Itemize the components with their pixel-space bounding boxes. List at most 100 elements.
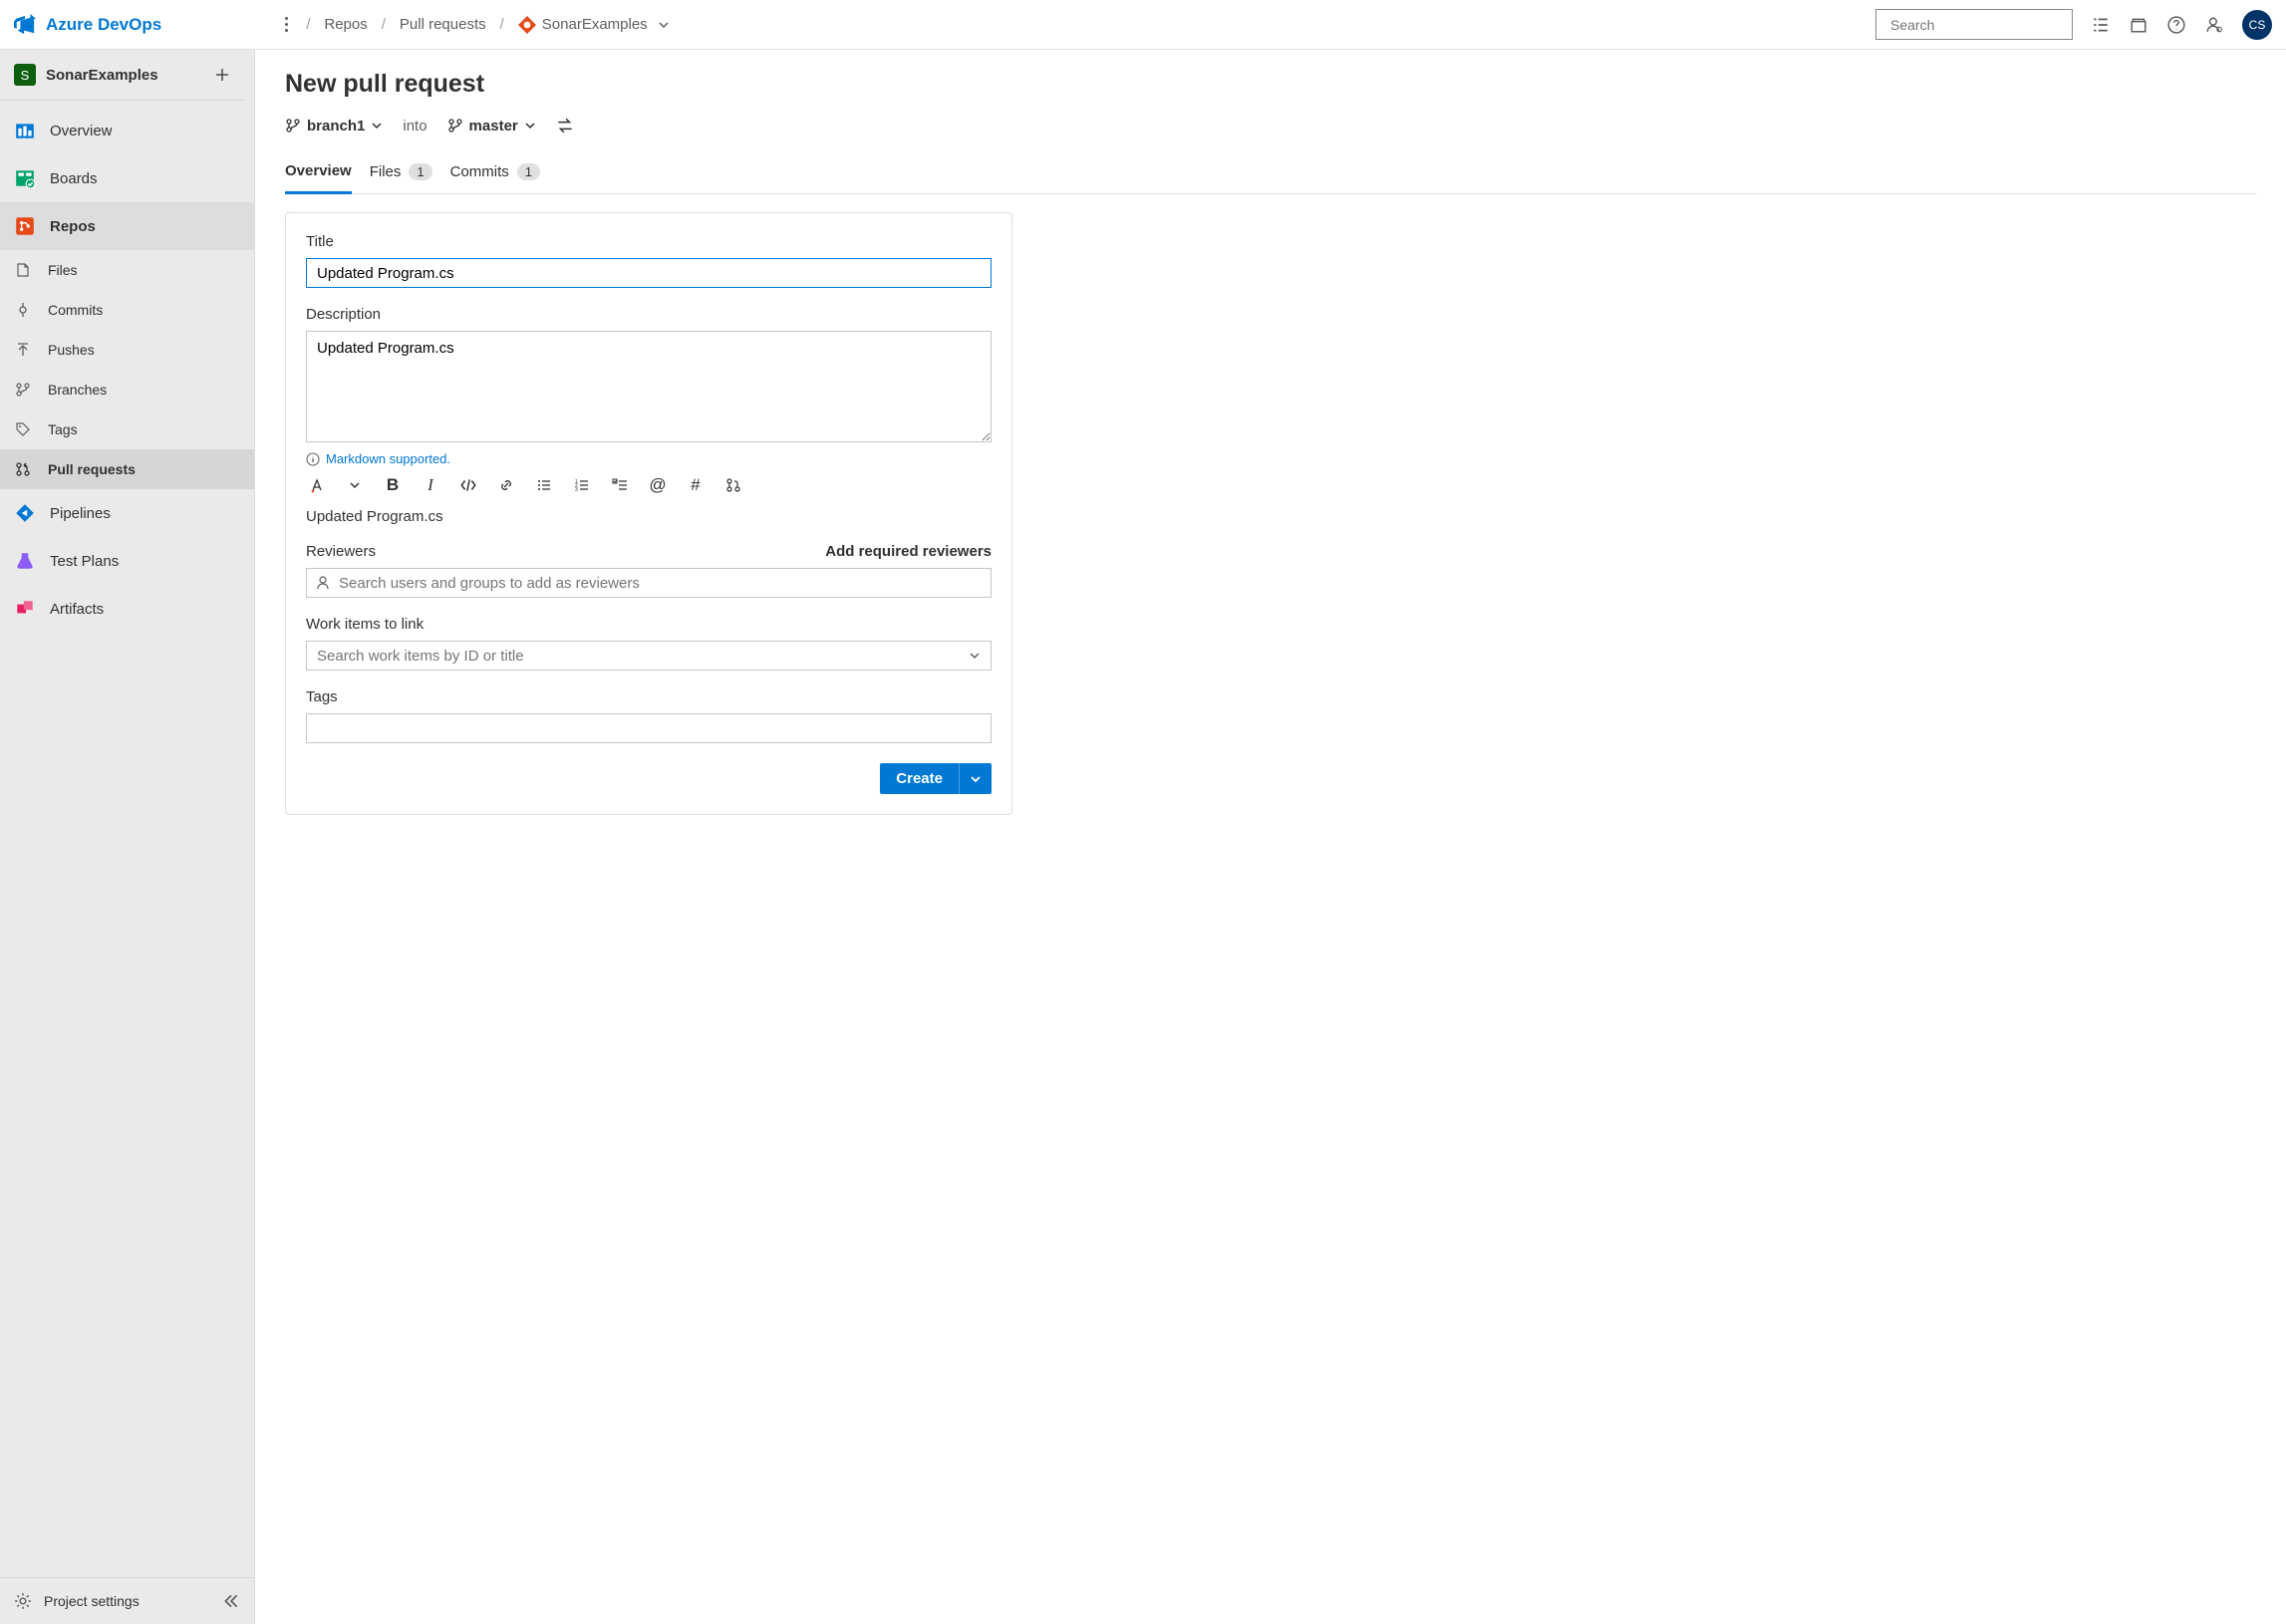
- sidebar-item-label: Artifacts: [50, 601, 104, 618]
- branch-icon: [447, 118, 463, 134]
- description-label: Description: [306, 306, 992, 323]
- chevron-down-icon: [970, 773, 982, 785]
- azure-devops-logo-icon: [14, 14, 36, 36]
- chevron-down-icon: [524, 120, 536, 132]
- sidebar-item-pipelines[interactable]: Pipelines: [0, 489, 254, 537]
- sidebar-footer: Project settings: [0, 1577, 254, 1624]
- form-actions: Create: [306, 763, 992, 794]
- mention-icon[interactable]: @: [647, 474, 669, 496]
- description-input[interactable]: [306, 331, 992, 442]
- text-format-icon[interactable]: [306, 474, 328, 496]
- tab-overview[interactable]: Overview: [285, 154, 352, 194]
- test-plans-icon: [14, 550, 36, 572]
- user-settings-icon[interactable]: [2204, 15, 2224, 35]
- target-branch-label: master: [469, 118, 518, 135]
- chevron-down-icon: [969, 650, 981, 662]
- gear-icon[interactable]: [14, 1592, 32, 1610]
- artifacts-icon: [14, 598, 36, 620]
- work-items-input[interactable]: [317, 648, 969, 665]
- sidebar-subitem-files[interactable]: Files: [0, 250, 254, 290]
- tab-commits[interactable]: Commits 1: [450, 154, 540, 193]
- sidebar-subitem-label: Branches: [48, 382, 107, 398]
- main: New pull request branch1 into master Ove…: [255, 50, 2286, 1624]
- tab-files[interactable]: Files 1: [370, 154, 432, 193]
- create-button[interactable]: Create: [880, 763, 959, 794]
- commits-icon: [14, 301, 32, 319]
- tab-badge: 1: [517, 163, 540, 180]
- code-icon[interactable]: [457, 474, 479, 496]
- hash-icon[interactable]: #: [685, 474, 707, 496]
- svg-text:3: 3: [575, 487, 578, 493]
- info-icon: [306, 452, 320, 466]
- create-dropdown-button[interactable]: [959, 763, 992, 794]
- sidebar-item-artifacts[interactable]: Artifacts: [0, 585, 254, 633]
- help-icon[interactable]: [2166, 15, 2186, 35]
- title-label: Title: [306, 233, 992, 250]
- sidebar-subitem-pushes[interactable]: Pushes: [0, 330, 254, 370]
- project-name: SonarExamples: [46, 67, 204, 84]
- avatar[interactable]: CS: [2242, 10, 2272, 40]
- into-label: into: [403, 118, 427, 135]
- sidebar-subitem-label: Pushes: [48, 342, 95, 358]
- search-box[interactable]: [1875, 9, 2073, 40]
- pull-requests-icon: [14, 460, 32, 478]
- breadcrumb: / Repos / Pull requests / SonarExamples: [281, 16, 669, 34]
- swap-branches-icon[interactable]: [556, 117, 574, 135]
- sidebar-subitem-label: Tags: [48, 421, 78, 437]
- chevron-down-icon: [658, 19, 670, 31]
- sidebar-item-overview[interactable]: Overview: [0, 107, 254, 154]
- chevron-down-icon[interactable]: [344, 474, 366, 496]
- tags-input[interactable]: [317, 720, 981, 737]
- sidebar-subitem-tags[interactable]: Tags: [0, 409, 254, 449]
- work-items-icon[interactable]: [2091, 15, 2111, 35]
- tags-label: Tags: [306, 688, 992, 705]
- source-branch-selector[interactable]: branch1: [285, 118, 383, 135]
- sidebar: S SonarExamples Overview Boards Repos Fi…: [0, 50, 255, 1624]
- collapse-icon[interactable]: [222, 1592, 240, 1610]
- work-items-field[interactable]: [306, 641, 992, 671]
- branch-icon: [285, 118, 301, 134]
- brand-label[interactable]: Azure DevOps: [46, 15, 161, 35]
- bullet-list-icon[interactable]: [533, 474, 555, 496]
- breadcrumb-pull-requests[interactable]: Pull requests: [400, 16, 486, 33]
- target-branch-selector[interactable]: master: [447, 118, 536, 135]
- breadcrumb-repos[interactable]: Repos: [324, 16, 367, 33]
- files-icon: [14, 261, 32, 279]
- breadcrumb-overflow-icon[interactable]: [281, 17, 292, 32]
- markdown-link[interactable]: Markdown supported.: [326, 451, 450, 466]
- checklist-icon[interactable]: [609, 474, 631, 496]
- sidebar-item-boards[interactable]: Boards: [0, 154, 254, 202]
- reviewers-field[interactable]: [306, 568, 992, 598]
- plus-icon[interactable]: [214, 67, 230, 83]
- form-card: Title Description Markdown supported. B …: [285, 212, 1012, 815]
- create-button-group: Create: [880, 763, 992, 794]
- sidebar-subitem-commits[interactable]: Commits: [0, 290, 254, 330]
- bold-icon[interactable]: B: [382, 474, 404, 496]
- tags-field[interactable]: [306, 713, 992, 743]
- branches-icon: [14, 381, 32, 399]
- breadcrumb-repo[interactable]: SonarExamples: [518, 16, 670, 34]
- link-icon[interactable]: [495, 474, 517, 496]
- breadcrumb-repo-label: SonarExamples: [542, 16, 648, 33]
- sidebar-item-label: Boards: [50, 170, 98, 187]
- sidebar-subitem-branches[interactable]: Branches: [0, 370, 254, 409]
- numbered-list-icon[interactable]: 123: [571, 474, 593, 496]
- breadcrumb-sep: /: [306, 16, 310, 33]
- sidebar-item-repos[interactable]: Repos: [0, 202, 254, 250]
- sidebar-subitem-pull-requests[interactable]: Pull requests: [0, 449, 254, 489]
- sidebar-item-label: Test Plans: [50, 553, 119, 570]
- pipelines-icon: [14, 502, 36, 524]
- add-required-reviewers-link[interactable]: Add required reviewers: [825, 543, 992, 560]
- search-input[interactable]: [1890, 17, 2071, 33]
- sidebar-item-test-plans[interactable]: Test Plans: [0, 537, 254, 585]
- title-input[interactable]: [306, 258, 992, 288]
- tab-label: Commits: [450, 163, 509, 180]
- italic-icon[interactable]: I: [420, 474, 441, 496]
- reviewers-input[interactable]: [339, 575, 983, 592]
- chevron-down-icon: [371, 120, 383, 132]
- project-settings-label[interactable]: Project settings: [44, 1593, 140, 1609]
- boards-icon: [14, 167, 36, 189]
- project-header[interactable]: S SonarExamples: [0, 50, 244, 101]
- pr-link-icon[interactable]: [722, 474, 744, 496]
- marketplace-icon[interactable]: [2129, 15, 2148, 35]
